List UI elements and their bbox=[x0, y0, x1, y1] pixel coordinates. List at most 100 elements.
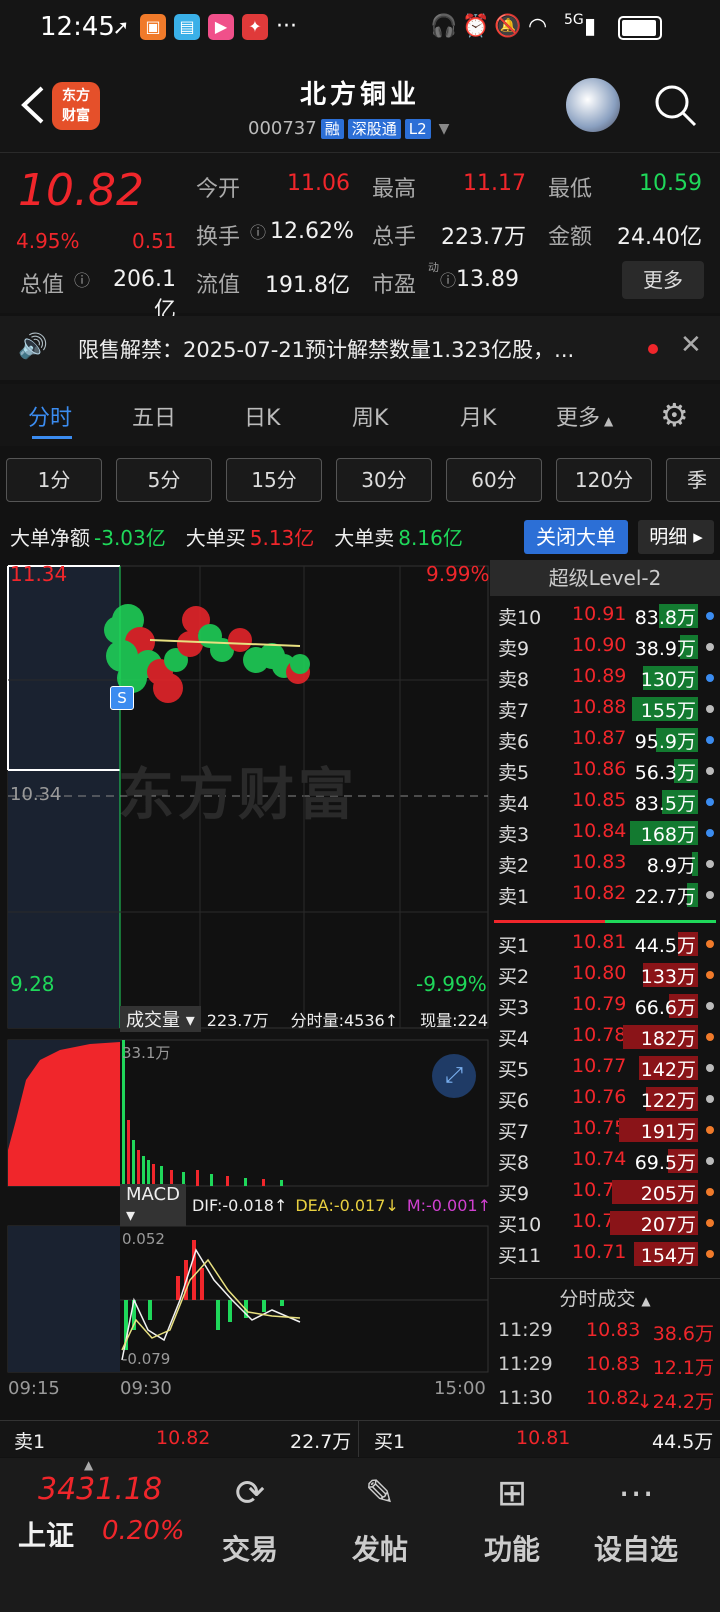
period-15min[interactable]: 15分 bbox=[226, 458, 322, 502]
bid-indicator-dot bbox=[706, 1126, 714, 1134]
battery-icon bbox=[618, 16, 662, 40]
ask-indicator-dot bbox=[706, 891, 714, 899]
tab-more[interactable]: 更多 ▲ bbox=[556, 400, 613, 432]
change-amount: 0.51 bbox=[132, 229, 177, 253]
more-button[interactable]: 更多 bbox=[622, 261, 704, 299]
ask-price: 10.90 bbox=[572, 634, 627, 656]
nav-add-watchlist[interactable]: ⋯ 设自选 bbox=[576, 1474, 696, 1568]
bid-level-label: 买2 bbox=[498, 966, 530, 988]
intraday-chart[interactable]: 11.34 10.34 9.28 9.99% -9.99% 东方财富 S 成交量… bbox=[0, 560, 491, 1420]
big-order-net-value: -3.03亿 bbox=[94, 525, 166, 550]
ask-row[interactable]: 卖9 10.90 38.9万 bbox=[490, 631, 720, 662]
bid-row[interactable]: 买6 10.76 122万 bbox=[490, 1083, 720, 1114]
settings-gear-icon[interactable]: ⚙ bbox=[660, 396, 689, 434]
level2-title[interactable]: 超级Level-2 bbox=[490, 560, 720, 596]
notice-bar[interactable]: 🔊 限售解禁：2025-07-21预计解禁数量1.323亿股，... ✕ bbox=[0, 316, 720, 380]
info-icon[interactable]: ⓘ bbox=[74, 267, 90, 291]
time-axis-open: 09:30 bbox=[120, 1378, 172, 1399]
nav-trade-label: 交易 bbox=[221, 1533, 278, 1566]
tab-monthly-k[interactable]: 月K bbox=[460, 400, 496, 432]
tab-intraday[interactable]: 分时 bbox=[28, 400, 72, 432]
tab-five-day[interactable]: 五日 bbox=[132, 400, 176, 432]
bid-price: 10.81 bbox=[572, 931, 627, 953]
trade-volume: ↓24.2万 bbox=[636, 1391, 714, 1413]
expand-icon[interactable]: ⤢ bbox=[432, 1054, 476, 1098]
trade-row: 11:29 10.83 38.6万 bbox=[490, 1316, 720, 1347]
bid-row[interactable]: 买11 10.71 154万 bbox=[490, 1238, 720, 1269]
stock-code-line[interactable]: 000737 融 深股通 L2 ▼ bbox=[248, 118, 449, 139]
macd-selector-label: MACD bbox=[126, 1184, 180, 1205]
bid-row[interactable]: 买1 10.81 44.5万 bbox=[490, 928, 720, 959]
ask-level-label: 卖2 bbox=[498, 855, 530, 877]
trades-title[interactable]: 分时成交 ▲ bbox=[490, 1284, 720, 1311]
detail-button-label: 明细 bbox=[649, 526, 688, 548]
ask-volume: 56.3万 bbox=[634, 762, 696, 784]
ask-row[interactable]: 卖4 10.85 83.5万 bbox=[490, 786, 720, 817]
nav-post[interactable]: ✎ 发帖 bbox=[320, 1474, 440, 1568]
bid-row[interactable]: 买2 10.80 133万 bbox=[490, 959, 720, 990]
tab-weekly-k[interactable]: 周K bbox=[352, 400, 388, 432]
ask-indicator-dot bbox=[706, 798, 714, 806]
ask-volume: 8.9万 bbox=[646, 855, 696, 877]
bid-row[interactable]: 买10 10.72 207万 bbox=[490, 1207, 720, 1238]
nav-trade[interactable]: ⟳ 交易 bbox=[190, 1474, 310, 1568]
ask-indicator-dot bbox=[706, 705, 714, 713]
bid-price: 10.79 bbox=[572, 993, 627, 1015]
period-60min[interactable]: 60分 bbox=[446, 458, 542, 502]
volume-total: 223.7万 bbox=[206, 1011, 269, 1030]
ask-row[interactable]: 卖5 10.86 56.3万 bbox=[490, 755, 720, 786]
ask-volume: 168万 bbox=[640, 824, 696, 846]
bid-row[interactable]: 买4 10.78 182万 bbox=[490, 1021, 720, 1052]
order-book[interactable]: 超级Level-2 卖10 10.91 83.8万 卖9 10.90 38.9万 卖8 10.… bbox=[490, 560, 720, 1420]
robot-assistant-icon[interactable] bbox=[566, 78, 620, 132]
ask-row[interactable]: 卖1 10.82 22.7万 bbox=[490, 879, 720, 910]
quote-panel: 10.82 4.95% 0.51 今开 11.06 最高 11.17 最低 10… bbox=[0, 152, 720, 323]
detail-button[interactable]: 明细 ▸ bbox=[638, 520, 714, 554]
sell1-label: 卖1 bbox=[14, 1431, 46, 1453]
sell-marker-icon[interactable]: S bbox=[110, 686, 134, 710]
info-icon[interactable]: ⓘ bbox=[440, 267, 456, 291]
amount-label: 金额 bbox=[548, 225, 593, 250]
volume-selector[interactable]: 成交量 ▾ bbox=[120, 1006, 201, 1032]
big-order-net-label: 大单净额 bbox=[10, 525, 90, 550]
bid-volume: 207万 bbox=[640, 1214, 696, 1236]
close-big-order-button[interactable]: 关闭大单 bbox=[524, 520, 628, 554]
ask-level-label: 卖5 bbox=[498, 762, 530, 784]
ask-row[interactable]: 卖8 10.89 130万 bbox=[490, 662, 720, 693]
ask-row[interactable]: 卖6 10.87 95.9万 bbox=[490, 724, 720, 755]
ask-row[interactable]: 卖2 10.83 8.9万 bbox=[490, 848, 720, 879]
bid-row[interactable]: 买9 10.73 205万 bbox=[490, 1176, 720, 1207]
bid-row[interactable]: 买8 10.74 69.5万 bbox=[490, 1145, 720, 1176]
period-120min[interactable]: 120分 bbox=[556, 458, 652, 502]
info-icon[interactable]: ⓘ bbox=[250, 219, 266, 243]
bid-row[interactable]: 买5 10.77 142万 bbox=[490, 1052, 720, 1083]
close-notice-icon[interactable]: ✕ bbox=[680, 330, 702, 360]
period-5min[interactable]: 5分 bbox=[116, 458, 212, 502]
caret-up-icon: ▲ bbox=[84, 1458, 94, 1472]
ask-price: 10.89 bbox=[572, 665, 627, 687]
macd-selector[interactable]: MACD ▾ bbox=[120, 1184, 186, 1226]
index-value[interactable]: 3431.18 bbox=[38, 1472, 162, 1507]
ask-row[interactable]: 卖7 10.88 155万 bbox=[490, 693, 720, 724]
bid-volume: 142万 bbox=[640, 1059, 696, 1081]
ask-row[interactable]: 卖10 10.91 83.8万 bbox=[490, 600, 720, 631]
trade-volume: 38.6万 bbox=[652, 1323, 714, 1345]
search-icon bbox=[655, 85, 697, 127]
bid-row[interactable]: 买7 10.75 191万 bbox=[490, 1114, 720, 1145]
period-30min[interactable]: 30分 bbox=[336, 458, 432, 502]
nav-functions[interactable]: ⊞ 功能 bbox=[452, 1474, 572, 1568]
bid-volume: 191万 bbox=[640, 1121, 696, 1143]
trade-row: 11:29 10.83 12.1万 bbox=[490, 1350, 720, 1381]
ask-row[interactable]: 卖3 10.84 168万 bbox=[490, 817, 720, 848]
bid-level-label: 买3 bbox=[498, 997, 530, 1019]
bid-row[interactable]: 买3 10.79 66.6万 bbox=[490, 990, 720, 1021]
period-quarter[interactable]: 季 bbox=[666, 458, 720, 502]
unread-dot-icon bbox=[648, 344, 658, 354]
search-button[interactable] bbox=[652, 82, 700, 134]
strip-divider bbox=[358, 1421, 359, 1457]
tab-daily-k[interactable]: 日K bbox=[244, 400, 280, 432]
period-1min[interactable]: 1分 bbox=[6, 458, 102, 502]
bid-level-label: 买1 bbox=[498, 935, 530, 957]
tab-more-label: 更多 bbox=[556, 406, 601, 431]
trades-title-label: 分时成交 bbox=[559, 1288, 636, 1310]
